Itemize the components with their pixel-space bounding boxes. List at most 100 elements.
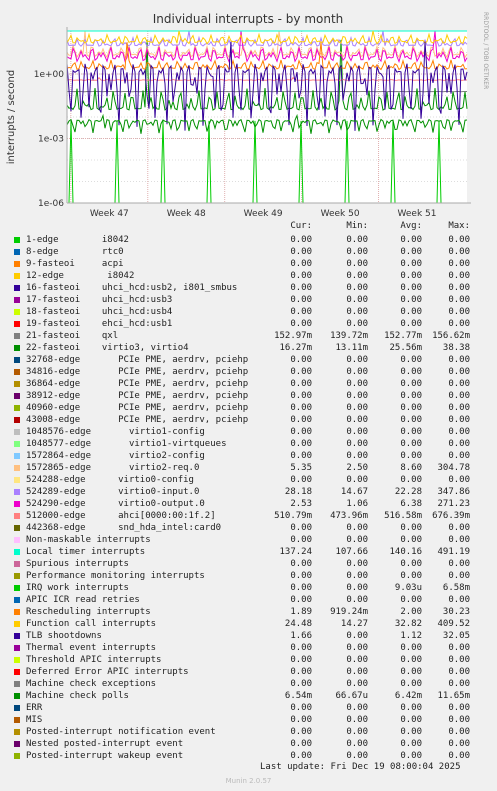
x-tick-label: Week 48 [167, 209, 206, 219]
legend-swatch [14, 657, 20, 663]
legend-swatch [14, 501, 20, 507]
legend-swatch [14, 453, 20, 459]
legend-row: 22-fasteoi virtio3, virtio4 16.27m 13.11m 2… [0, 342, 497, 354]
legend-swatch [14, 753, 20, 759]
legend-label: 18-fasteoi uhci_hcd:usb4 [26, 307, 173, 317]
legend-value-min: 0.00 [346, 595, 368, 605]
legend-swatch [14, 573, 20, 579]
legend-value-min: 0.00 [346, 655, 368, 665]
legend-value-cur: 2.53 [290, 499, 312, 509]
legend-swatch [14, 321, 20, 327]
legend-row: MIS 0.00 0.00 0.00 0.00 [0, 714, 497, 726]
legend-value-min: 0.00 [346, 379, 368, 389]
legend-value-min: 0.00 [346, 631, 368, 641]
legend-swatch [14, 609, 20, 615]
legend-label: Function call interrupts [26, 619, 157, 629]
legend-value-min: 0.00 [346, 391, 368, 401]
legend-label: Posted-interrupt wakeup event [26, 751, 184, 761]
legend-value-cur: 0.00 [290, 667, 312, 677]
chart-title: Individual interrupts - by month [153, 12, 344, 26]
legend-row: Machine check polls 6.54m 66.67u 6.42m 11.65… [0, 690, 497, 702]
legend-value-min: 14.27 [340, 619, 368, 629]
legend-row: 1048577-edge virtio1-virtqueues 0.00 0.00 0… [0, 438, 497, 450]
legend-value-min: 473.96m [330, 511, 368, 521]
x-tick-label: Week 50 [321, 209, 360, 219]
legend-value-min: 66.67u [335, 691, 368, 701]
legend-value-max: 0.00 [448, 235, 470, 245]
legend-label: MIS [26, 715, 43, 725]
legend-label: 442368-edge snd_hda_intel:card0 [26, 523, 222, 533]
legend-value-max: 0.00 [448, 679, 470, 689]
legend-value-min: 0.00 [346, 283, 368, 293]
legend-label: 1048577-edge virtio1-virtqueues [26, 439, 227, 449]
legend-value-max: 0.00 [448, 703, 470, 713]
x-tick-label: Week 49 [244, 209, 283, 219]
legend-row: 1572864-edge virtio2-config 0.00 0.00 0.00 0… [0, 450, 497, 462]
legend-row: Posted-interrupt notification event 0.00 0… [0, 726, 497, 738]
legend-value-cur: 510.79m [274, 511, 312, 521]
legend-swatch [14, 729, 20, 735]
legend-value-min: 0.00 [346, 427, 368, 437]
col-header-min: Min: [346, 221, 368, 231]
legend-row: 18-fasteoi uhci_hcd:usb4 0.00 0.00 0.00 0.00 [0, 306, 497, 318]
legend-value-min: 2.50 [346, 463, 368, 473]
legend-value-min: 0.00 [346, 295, 368, 305]
legend-value-min: 0.00 [346, 559, 368, 569]
legend-value-min: 0.00 [346, 403, 368, 413]
legend-label: 512000-edge ahci[0000:00:1f.2] [26, 511, 216, 521]
y-tick-label: 1e+00 [34, 70, 65, 80]
legend-row: 17-fasteoi uhci_hcd:usb3 0.00 0.00 0.00 0.00 [0, 294, 497, 306]
legend-value-min: 0.00 [346, 703, 368, 713]
legend-swatch [14, 585, 20, 591]
legend-value-max: 30.23 [442, 607, 470, 617]
legend-value-max: 0.00 [448, 379, 470, 389]
legend-row: 524288-edge virtio0-config 0.00 0.00 0.00 0.… [0, 474, 497, 486]
legend-value-cur: 0.00 [290, 367, 312, 377]
legend-value-max: 38.38 [442, 343, 470, 353]
legend-label: Spurious interrupts [26, 559, 129, 569]
legend-label: 38912-edge PCIe PME, aerdrv, pciehp [26, 391, 249, 401]
legend-label: Threshold APIC interrupts [26, 655, 162, 665]
legend-value-min: 0.00 [346, 367, 368, 377]
legend-value-cur: 24.48 [284, 619, 312, 629]
legend-value-max: 0.00 [448, 595, 470, 605]
legend-label: ERR [26, 703, 43, 713]
legend-label: 21-fasteoi qxl [26, 331, 119, 341]
legend-swatch [14, 477, 20, 483]
legend-value-cur: 0.00 [290, 319, 312, 329]
legend-value-max: 271.23 [437, 499, 470, 509]
legend-value-max: 0.00 [448, 727, 470, 737]
legend-value-max: 0.00 [448, 367, 470, 377]
legend-label: 1048576-edge virtio1-config [26, 427, 205, 437]
legend-label: 1-edge i8042 [26, 235, 129, 245]
legend-row: 19-fasteoi ehci_hcd:usb1 0.00 0.00 0.00 0.00 [0, 318, 497, 330]
legend-label: Deferred Error APIC interrupts [26, 667, 189, 677]
legend-value-cur: 0.00 [290, 655, 312, 665]
legend-swatch [14, 309, 20, 315]
legend-swatch [14, 525, 20, 531]
legend-row: Posted-interrupt wakeup event 0.00 0.00 0.0… [0, 750, 497, 762]
legend-swatch [14, 333, 20, 339]
legend-label: 524289-edge virtio0-input.0 [26, 487, 200, 497]
legend-value-cur: 0.00 [290, 379, 312, 389]
legend-row: Function call interrupts 24.48 14.27 32.82 4… [0, 618, 497, 630]
legend-value-max: 0.00 [448, 391, 470, 401]
legend-value-max: 676.39m [432, 511, 470, 521]
legend-row: Rescheduling interrupts 1.89 919.24m 2.00 30… [0, 606, 497, 618]
legend-value-max: 0.00 [448, 559, 470, 569]
legend-value-cur: 0.00 [290, 427, 312, 437]
legend-label: Machine check polls [26, 691, 129, 701]
legend-value-max: 0.00 [448, 523, 470, 533]
legend-row: 16-fasteoi uhci_hcd:usb2, i801_smbus 0.00… [0, 282, 497, 294]
legend-value-cur: 16.27m [279, 343, 312, 353]
legend-row: 38912-edge PCIe PME, aerdrv, pciehp 0.00 0… [0, 390, 497, 402]
legend-value-min: 14.67 [340, 487, 368, 497]
legend-value-min: 0.00 [346, 535, 368, 545]
col-header-max: Max: [448, 221, 470, 231]
legend-value-cur: 1.66 [290, 631, 312, 641]
legend-label: 8-edge rtc0 [26, 247, 124, 257]
legend-row: Deferred Error APIC interrupts 0.00 0.00 0.… [0, 666, 497, 678]
legend-swatch [14, 537, 20, 543]
legend-swatch [14, 633, 20, 639]
last-update: Last update: Fri Dec 19 08:00:04 2025 [260, 762, 461, 772]
